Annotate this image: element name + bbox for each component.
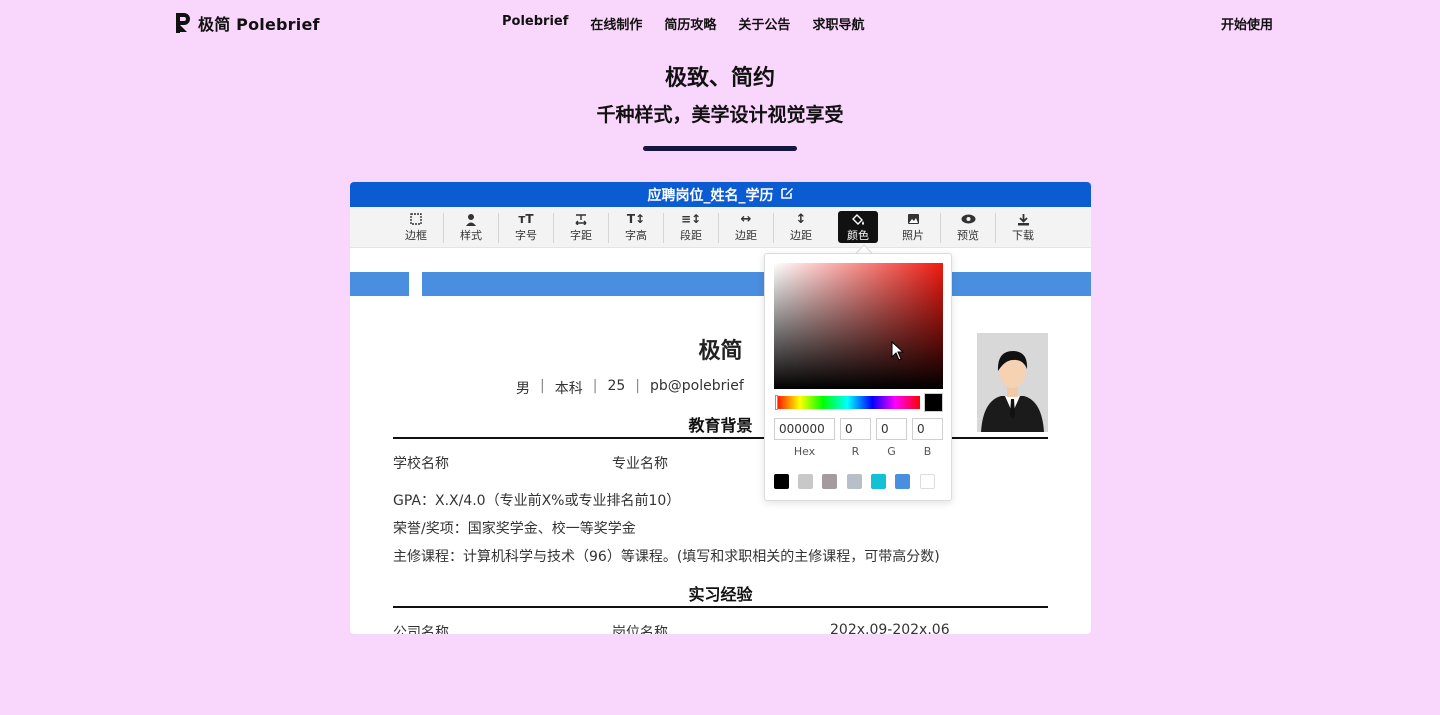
paragraph-icon: ≡↕ bbox=[680, 212, 702, 226]
text-spacing-icon bbox=[574, 212, 588, 227]
nav-links: Polebrief 在线制作 简历攻略 关于公告 求职导航 bbox=[502, 14, 864, 33]
hue-slider-thumb[interactable] bbox=[775, 395, 778, 410]
resume-editor: 应聘岗位_姓名_学历 边框 样式 тT 字号 字距 T↕ 字高 ≡↕ 段距 ↔ … bbox=[350, 182, 1091, 634]
logo[interactable]: 极简 Polebrief bbox=[174, 11, 320, 35]
preset-swatch[interactable] bbox=[920, 474, 935, 489]
nav-link-job-nav[interactable]: 求职导航 bbox=[812, 14, 864, 33]
nav-link-polebrief[interactable]: Polebrief bbox=[502, 14, 568, 33]
doc-title[interactable]: 应聘岗位_姓名_学历 bbox=[648, 185, 774, 205]
period[interactable]: 202x.09-202x.06 bbox=[830, 622, 950, 634]
arrows-horizontal-icon: ↔ bbox=[740, 211, 752, 227]
tool-margin-horizontal[interactable]: ↔ 边距 bbox=[723, 211, 769, 243]
tool-letter-spacing[interactable]: 字距 bbox=[558, 211, 604, 243]
user-icon bbox=[465, 212, 477, 227]
preset-swatch[interactable] bbox=[895, 474, 910, 489]
hex-label: Hex bbox=[793, 445, 816, 458]
green-label: G bbox=[887, 445, 896, 458]
preset-swatch[interactable] bbox=[847, 474, 862, 489]
hero-divider bbox=[643, 146, 797, 151]
resume-info: 男 | 本科 | 25 | pb@polebrief bbox=[516, 378, 744, 398]
start-button[interactable]: 开始使用 bbox=[1221, 14, 1273, 33]
tool-line-height[interactable]: T↕ 字高 bbox=[613, 211, 659, 243]
border-icon bbox=[410, 212, 422, 227]
hero-subtitle: 千种样式，美学设计视觉享受 bbox=[596, 104, 844, 126]
doc-title-bar: 应聘岗位_姓名_学历 bbox=[350, 182, 1091, 207]
hero-title: 极致、简约 bbox=[664, 66, 775, 91]
preset-swatch[interactable] bbox=[798, 474, 813, 489]
text-height-icon: тT bbox=[518, 212, 534, 226]
hue-slider[interactable] bbox=[775, 396, 920, 409]
education-title: 教育背景 bbox=[688, 416, 753, 435]
tool-photo[interactable]: 照片 bbox=[890, 211, 936, 243]
courses-line[interactable]: 主修课程：计算机科学与技术（96）等课程。(填写和求职相关的主修课程，可带高分数… bbox=[393, 546, 940, 566]
green-input[interactable] bbox=[876, 418, 907, 440]
age[interactable]: 25 bbox=[607, 378, 625, 398]
mouse-cursor-icon bbox=[891, 341, 905, 361]
color-picker: Hex R G B bbox=[764, 253, 952, 501]
major-name[interactable]: 专业名称 bbox=[612, 453, 668, 473]
resume-header-band bbox=[350, 272, 1091, 296]
tool-style[interactable]: 样式 bbox=[448, 211, 494, 243]
internship-title: 实习经验 bbox=[688, 585, 753, 604]
gender[interactable]: 男 bbox=[516, 378, 530, 398]
download-icon bbox=[1017, 212, 1030, 227]
current-color-swatch bbox=[924, 393, 943, 412]
toolbar: 边框 样式 тT 字号 字距 T↕ 字高 ≡↕ 段距 ↔ 边距 ↕ 边距 颜色 … bbox=[350, 207, 1091, 248]
logo-icon bbox=[174, 12, 192, 34]
image-icon bbox=[907, 212, 920, 227]
tool-preview[interactable]: 预览 bbox=[945, 211, 991, 243]
edit-icon[interactable] bbox=[780, 186, 794, 204]
saturation-panel[interactable] bbox=[774, 263, 943, 389]
red-label: R bbox=[851, 445, 860, 458]
honors-line[interactable]: 荣誉/奖项：国家奖学金、校一等奖学金 bbox=[393, 518, 636, 538]
top-nav: 极简 Polebrief Polebrief 在线制作 简历攻略 关于公告 求职… bbox=[0, 0, 1440, 44]
logo-text: 极简 Polebrief bbox=[198, 15, 320, 34]
tool-paragraph-spacing[interactable]: ≡↕ 段距 bbox=[668, 211, 714, 243]
tool-download[interactable]: 下载 bbox=[1000, 211, 1046, 243]
blue-label: B bbox=[923, 445, 932, 458]
line-height-icon: T↕ bbox=[626, 212, 646, 226]
tool-margin-vertical[interactable]: ↕ 边距 bbox=[778, 211, 824, 243]
company-name[interactable]: 公司名称 bbox=[393, 622, 449, 634]
email[interactable]: pb@polebrief bbox=[650, 378, 744, 398]
paint-bucket-icon bbox=[851, 212, 865, 227]
preset-swatch[interactable] bbox=[822, 474, 837, 489]
hex-input[interactable] bbox=[774, 418, 835, 440]
tool-border[interactable]: 边框 bbox=[393, 211, 439, 243]
nav-link-announcements[interactable]: 关于公告 bbox=[738, 14, 790, 33]
tool-font-size[interactable]: тT 字号 bbox=[503, 211, 549, 243]
degree[interactable]: 本科 bbox=[555, 378, 583, 398]
preset-swatch[interactable] bbox=[871, 474, 886, 489]
tool-color[interactable]: 颜色 bbox=[838, 211, 878, 243]
red-input[interactable] bbox=[840, 418, 871, 440]
nav-link-resume-guide[interactable]: 简历攻略 bbox=[664, 14, 716, 33]
blue-input[interactable] bbox=[912, 418, 943, 440]
eye-icon bbox=[961, 212, 976, 227]
arrows-vertical-icon: ↕ bbox=[795, 211, 807, 227]
position-name[interactable]: 岗位名称 bbox=[612, 622, 668, 634]
gpa-line[interactable]: GPA：X.X/4.0（专业前X%或专业排名前10） bbox=[393, 490, 680, 510]
school-name[interactable]: 学校名称 bbox=[393, 453, 449, 473]
preset-swatch[interactable] bbox=[774, 474, 789, 489]
internship-divider bbox=[393, 606, 1048, 608]
nav-link-online-create[interactable]: 在线制作 bbox=[590, 14, 642, 33]
